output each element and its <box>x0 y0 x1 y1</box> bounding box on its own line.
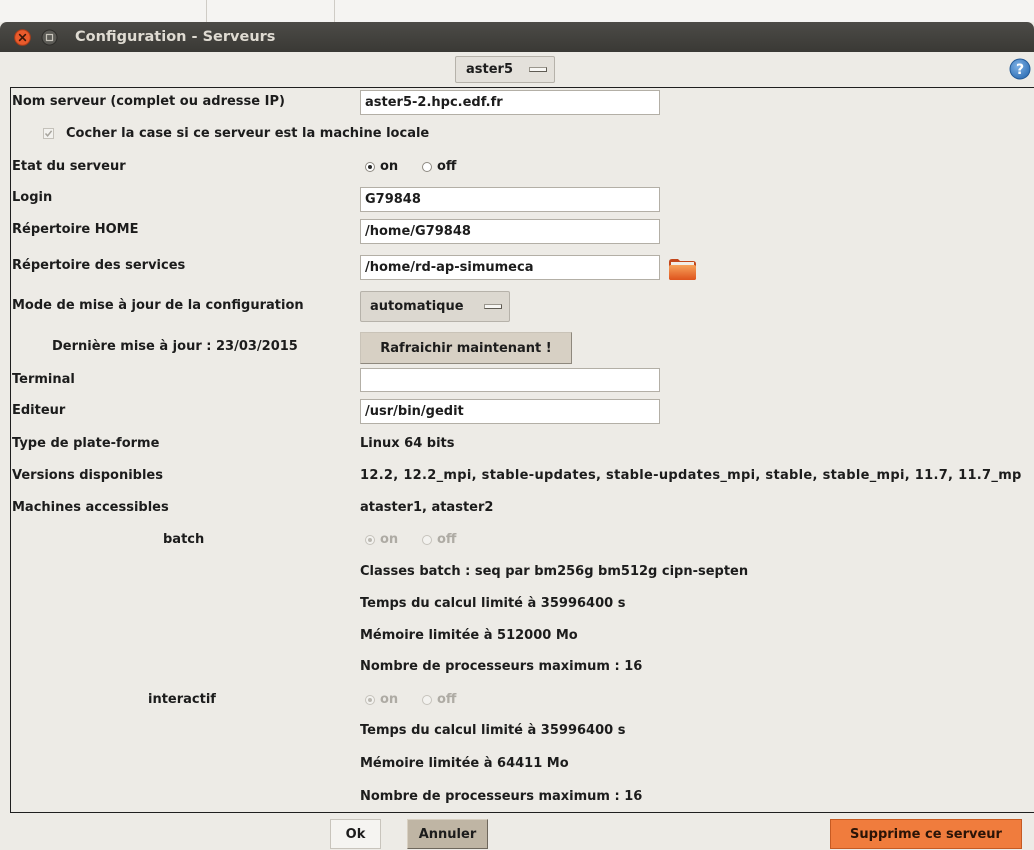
maximize-icon[interactable] <box>41 29 58 46</box>
menu-indicator-icon <box>484 304 502 309</box>
services-label: Répertoire des services <box>12 258 186 273</box>
interactif-off-radio[interactable] <box>422 695 432 705</box>
batch-on-radio[interactable] <box>365 535 375 545</box>
terminal-label: Terminal <box>12 372 75 387</box>
machine-locale-checkbox[interactable] <box>43 128 54 139</box>
batch-processeurs: Nombre de processeurs maximum : 16 <box>360 659 643 674</box>
supprimer-serveur-button[interactable]: Supprime ce serveur <box>830 819 1022 849</box>
interactif-processeurs: Nombre de processeurs maximum : 16 <box>360 789 643 804</box>
batch-temps: Temps du calcul limité à 35996400 s <box>360 596 626 611</box>
interactif-on-radio[interactable] <box>365 695 375 705</box>
server-selector[interactable]: aster5 <box>455 56 555 83</box>
close-icon[interactable] <box>14 29 31 46</box>
interactif-on-label[interactable]: on <box>380 692 398 708</box>
folder-icon[interactable] <box>668 257 697 281</box>
plateforme-label: Type de plate-forme <box>12 436 160 451</box>
batch-off-label[interactable]: off <box>437 532 456 548</box>
menu-indicator-icon <box>529 67 547 72</box>
ok-button[interactable]: Ok <box>330 819 381 849</box>
etat-on-radio[interactable] <box>365 162 375 172</box>
terminal-input[interactable] <box>360 368 660 392</box>
help-icon[interactable]: ? <box>1009 58 1031 80</box>
interactif-memoire: Mémoire limitée à 64411 Mo <box>360 756 569 771</box>
interactif-label: interactif <box>148 692 216 707</box>
machines-label: Machines accessibles <box>12 500 169 515</box>
batch-label: batch <box>163 532 205 547</box>
home-label: Répertoire HOME <box>12 222 139 237</box>
annuler-button[interactable]: Annuler <box>407 819 488 849</box>
batch-on-label[interactable]: on <box>380 532 398 548</box>
versions-value: 12.2, 12.2_mpi, stable-updates, stable-u… <box>360 468 1022 483</box>
mode-selector[interactable]: automatique <box>360 291 510 322</box>
mode-label: Mode de mise à jour de la configuration <box>12 298 304 313</box>
background-window-strip <box>0 0 1034 22</box>
batch-classes: Classes batch : seq par bm256g bm512g ci… <box>360 564 749 579</box>
etat-on-label[interactable]: on <box>380 159 398 175</box>
rafraichir-button-label: Rafraichir maintenant ! <box>380 340 552 356</box>
divider <box>334 0 335 22</box>
derniere-maj-label: Dernière mise à jour : 23/03/2015 <box>52 339 298 354</box>
nom-serveur-input[interactable] <box>360 90 660 115</box>
versions-label: Versions disponibles <box>12 468 163 483</box>
etat-serveur-label: Etat du serveur <box>12 159 126 174</box>
supprimer-serveur-button-label: Supprime ce serveur <box>850 826 1002 842</box>
batch-off-radio[interactable] <box>422 535 432 545</box>
etat-off-label[interactable]: off <box>437 159 456 175</box>
machine-locale-label: Cocher la case si ce serveur est la mach… <box>66 126 430 141</box>
interactif-temps: Temps du calcul limité à 35996400 s <box>360 723 626 738</box>
nom-serveur-label: Nom serveur (complet ou adresse IP) <box>12 94 285 109</box>
services-input[interactable] <box>360 255 660 280</box>
plateforme-value: Linux 64 bits <box>360 436 455 451</box>
interactif-off-label[interactable]: off <box>437 692 456 708</box>
server-selector-value: aster5 <box>466 61 513 77</box>
ok-button-label: Ok <box>345 826 366 842</box>
mode-selector-value: automatique <box>370 298 464 314</box>
login-label: Login <box>12 190 53 205</box>
editeur-label: Editeur <box>12 403 66 418</box>
etat-off-radio[interactable] <box>422 162 432 172</box>
svg-text:?: ? <box>1016 62 1024 78</box>
editeur-input[interactable] <box>360 399 660 424</box>
machines-value: ataster1, ataster2 <box>360 500 494 515</box>
divider <box>206 0 207 22</box>
annuler-button-label: Annuler <box>418 826 477 842</box>
rafraichir-button[interactable]: Rafraichir maintenant ! <box>360 332 572 364</box>
window-title: Configuration - Serveurs <box>75 29 276 45</box>
home-input[interactable] <box>360 219 660 244</box>
login-input[interactable] <box>360 187 660 212</box>
batch-memoire: Mémoire limitée à 512000 Mo <box>360 628 578 643</box>
